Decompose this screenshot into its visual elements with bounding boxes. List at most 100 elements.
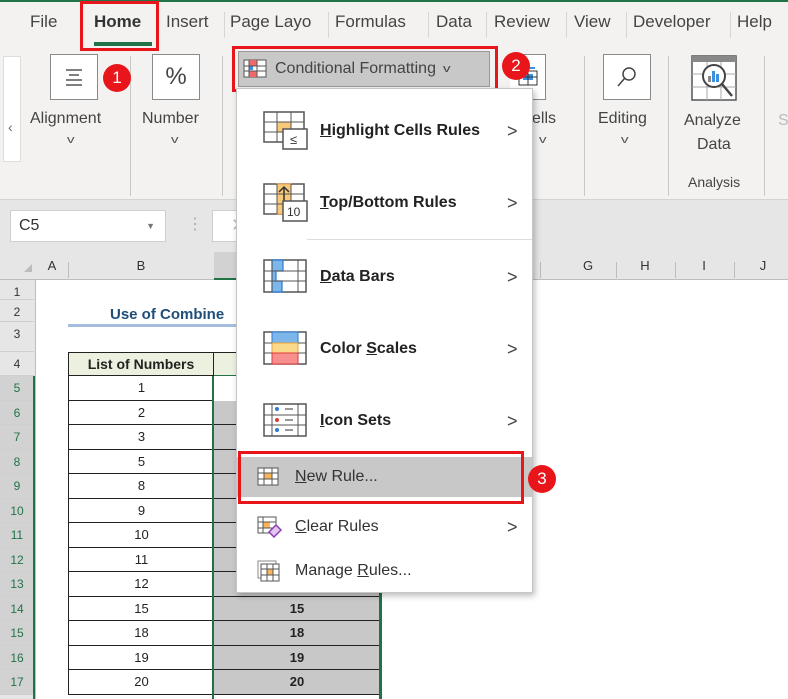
cell-b[interactable]: 18 (68, 621, 214, 646)
row-header-5[interactable]: 5 (0, 376, 34, 401)
select-all-button[interactable] (24, 264, 32, 272)
tab-insert[interactable]: Insert (166, 12, 209, 32)
tab-developer[interactable]: Developer (633, 12, 711, 32)
cell-b[interactable]: 12 (68, 572, 214, 597)
row-header-6[interactable]: 6 (0, 400, 34, 425)
cell-b[interactable]: 3 (68, 425, 214, 450)
svg-text:≤: ≤ (290, 132, 297, 147)
align-center-icon (66, 69, 82, 86)
chevron-right-icon: > (507, 410, 518, 431)
column-header-i[interactable]: I (675, 258, 733, 273)
number-format-button[interactable]: % (152, 54, 200, 100)
chevron-right-icon: > (507, 338, 518, 359)
tab-help[interactable]: Help (737, 12, 772, 32)
menu-item-label: Color Scales (320, 340, 417, 357)
cell-b[interactable]: 1 (68, 376, 214, 401)
ribbon-scroll-left[interactable]: ‹ (3, 56, 21, 162)
percent-icon: % (165, 63, 187, 90)
menu-item-icon-sets[interactable]: Icon Sets > (237, 393, 532, 449)
row-header-13[interactable]: 13 (0, 572, 34, 597)
row-header-8[interactable]: 8 (0, 449, 34, 474)
cell-c[interactable]: 15 (214, 596, 380, 621)
analyze-data-label-1: Analyze (684, 112, 741, 129)
column-header-b[interactable]: B (68, 258, 214, 273)
row-header-7[interactable]: 7 (0, 425, 34, 450)
cell-c[interactable]: 20 (214, 670, 380, 695)
menu-separator (307, 239, 532, 240)
cell-b[interactable]: 19 (68, 645, 214, 670)
icon-sets-icon (263, 403, 307, 437)
tab-page-layout[interactable]: Page Layo (230, 12, 311, 32)
menu-item-highlight-cells-rules[interactable]: ≤ Highlight Cells Rules > (237, 103, 532, 159)
tab-separator (224, 12, 225, 38)
column-header-j[interactable]: J (734, 258, 788, 273)
sheet-title: Use of Combine (110, 306, 225, 323)
svg-text:10: 10 (287, 205, 301, 219)
alignment-label: Alignment (30, 110, 102, 127)
menu-item-data-bars[interactable]: Data Bars > (237, 249, 532, 305)
analyze-data-label-2: Data (697, 136, 731, 153)
row-header-2[interactable]: 2 (0, 300, 34, 322)
column-header-h[interactable]: H (616, 258, 674, 273)
chevron-down-icon[interactable]: ▼ (146, 221, 155, 231)
analysis-group-label: Analysis (688, 174, 741, 190)
column-header-a[interactable]: A (36, 258, 68, 273)
tab-file[interactable]: File (30, 12, 57, 32)
menu-item-label: Clear Rules (295, 518, 379, 535)
name-box[interactable]: C5 ▼ (10, 210, 166, 242)
chevron-down-icon[interactable]: v (171, 134, 179, 146)
tab-data[interactable]: Data (436, 12, 472, 32)
row-header-12[interactable]: 12 (0, 547, 34, 572)
tab-view[interactable]: View (574, 12, 611, 32)
chevron-right-icon: > (507, 192, 518, 213)
cells-label: ells (532, 110, 557, 127)
chevron-right-icon: > (507, 516, 518, 537)
tab-separator (626, 12, 627, 38)
cell-b[interactable]: 15 (68, 596, 214, 621)
chevron-down-icon[interactable]: v (67, 134, 75, 146)
menu-item-top-bottom-rules[interactable]: 10 Top/Bottom Rules > (237, 175, 532, 231)
row-header-4[interactable]: 4 (0, 352, 34, 376)
cell-b[interactable]: 9 (68, 498, 214, 523)
alignment-button[interactable] (50, 54, 98, 100)
cell-b[interactable]: 8 (68, 474, 214, 499)
table-header-col-c[interactable] (214, 352, 238, 376)
menu-item-clear-rules[interactable]: Clear Rules > (237, 507, 532, 547)
chevron-down-icon[interactable]: v (621, 134, 629, 146)
row-header-15[interactable]: 15 (0, 621, 34, 646)
menu-item-color-scales[interactable]: Color Scales > (237, 321, 532, 377)
cell-c[interactable]: 18 (214, 621, 380, 646)
row-header-11[interactable]: 11 (0, 523, 34, 548)
highlight-cells-rules-icon: ≤ (263, 111, 308, 150)
row-header-17[interactable]: 17 (0, 670, 34, 695)
tab-review[interactable]: Review (494, 12, 550, 32)
menu-item-manage-rules[interactable]: Manage Rules... (237, 551, 532, 591)
tab-formulas[interactable]: Formulas (335, 12, 406, 32)
cell-b[interactable]: 10 (68, 523, 214, 548)
cell-b[interactable]: 2 (68, 400, 214, 425)
row-header-1[interactable]: 1 (0, 280, 34, 300)
step2-highlight (232, 46, 498, 92)
tab-separator (730, 12, 731, 38)
row-header-14[interactable]: 14 (0, 596, 34, 621)
column-header-c[interactable] (214, 252, 238, 280)
row-header-10[interactable]: 10 (0, 498, 34, 523)
analyze-data-button[interactable] (690, 54, 738, 102)
row-header-3[interactable]: 3 (0, 322, 34, 352)
editing-button[interactable] (603, 54, 651, 100)
title-underline (68, 324, 238, 327)
analyze-data-icon (691, 55, 737, 101)
cell-b[interactable]: 20 (68, 670, 214, 695)
cell-b[interactable]: 11 (68, 547, 214, 572)
column-separator (540, 262, 541, 278)
cell-c[interactable]: 19 (214, 645, 380, 670)
menu-item-label: Top/Bottom Rules (320, 194, 457, 211)
row-header-9[interactable]: 9 (0, 474, 34, 499)
cell-b[interactable]: 5 (68, 449, 214, 474)
column-header-g[interactable]: G (560, 258, 616, 273)
chevron-down-icon[interactable]: v (539, 134, 547, 146)
search-icon (617, 67, 636, 87)
row-header-16[interactable]: 16 (0, 645, 34, 670)
table-header-list-of-numbers[interactable]: List of Numbers (68, 352, 214, 376)
step1-highlight (80, 1, 159, 51)
